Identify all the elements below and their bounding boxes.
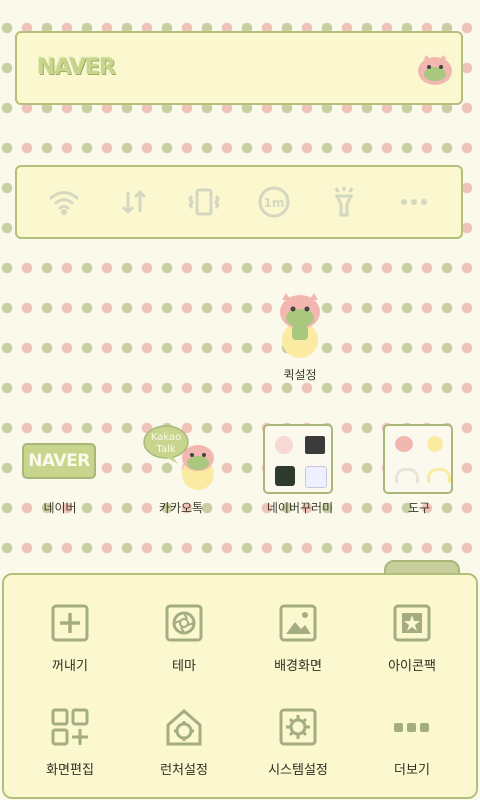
icon-pack-icon <box>393 604 431 642</box>
add-box-icon <box>51 604 89 642</box>
mascot-icon[interactable] <box>415 51 455 91</box>
folder-app-icon <box>427 436 443 452</box>
folder-app-icon <box>305 466 327 488</box>
naver-app-logo: NAVER <box>28 451 90 471</box>
quick-toggle-bar: 1m <box>15 165 463 239</box>
folder-tools[interactable] <box>383 424 453 494</box>
kakao-bubble-line1: Kakao <box>151 432 181 443</box>
screen-timeout-icon[interactable]: 1m <box>254 182 294 222</box>
kakao-bubble-line2: Talk <box>155 444 175 455</box>
quick-settings-widget[interactable] <box>272 290 328 364</box>
menu-label: 아이콘팩 <box>388 659 436 674</box>
app-label-naver-bundle: 네이버꾸러미 <box>266 501 334 515</box>
system-settings-icon <box>279 708 317 746</box>
menu-label: 더보기 <box>394 763 430 778</box>
menu-item-icon-pack[interactable]: 아이콘팩 <box>362 603 462 674</box>
quick-settings-label: 퀵설정 <box>283 368 317 382</box>
app-label-tools: 도구 <box>407 501 431 515</box>
menu-item-system-settings[interactable]: 시스템설정 <box>248 707 348 778</box>
vibrate-icon[interactable] <box>184 182 224 222</box>
theme-icon <box>165 604 203 642</box>
menu-label: 시스템설정 <box>268 763 328 778</box>
menu-item-screen-edit[interactable]: 화면편집 <box>20 707 120 778</box>
folder-app-icon <box>395 468 419 483</box>
folder-app-icon <box>395 436 413 452</box>
launcher-menu-panel: 꺼내기 테마 배경화면 아이콘팩 화면편집 런처설정 시스템설정 더보기 <box>2 573 478 799</box>
app-kakaotalk[interactable]: Kakao Talk <box>142 424 222 498</box>
menu-label: 꺼내기 <box>52 659 88 674</box>
folder-app-icon <box>275 466 295 486</box>
more-icon[interactable] <box>394 182 434 222</box>
more-dots-icon <box>394 723 429 732</box>
menu-item-theme[interactable]: 테마 <box>134 603 234 674</box>
folder-naver-bundle[interactable] <box>263 424 333 494</box>
app-label-naver: 네이버 <box>43 501 77 515</box>
menu-label: 런처설정 <box>160 763 208 778</box>
menu-item-more[interactable]: 더보기 <box>362 707 462 778</box>
folder-app-icon <box>275 436 293 454</box>
data-sync-icon[interactable] <box>114 182 154 222</box>
screen-timeout-text: 1m <box>264 196 285 210</box>
menu-item-launcher-settings[interactable]: 런처설정 <box>134 707 234 778</box>
naver-search-bar[interactable]: NAVER <box>15 31 463 105</box>
menu-item-wallpaper[interactable]: 배경화면 <box>248 603 348 674</box>
screen-edit-icon <box>51 708 89 746</box>
folder-app-icon <box>427 468 451 483</box>
mascot-icon <box>280 293 320 358</box>
folder-app-icon <box>305 436 325 454</box>
launcher-settings-icon <box>166 709 202 746</box>
wallpaper-icon <box>279 604 317 642</box>
menu-item-add[interactable]: 꺼내기 <box>20 603 120 674</box>
menu-label: 테마 <box>172 659 196 674</box>
wifi-icon[interactable] <box>44 182 84 222</box>
menu-label: 배경화면 <box>274 659 322 674</box>
menu-label: 화면편집 <box>46 763 94 778</box>
app-naver[interactable]: NAVER <box>22 443 96 479</box>
naver-logo: NAVER <box>37 55 116 80</box>
kakaotalk-icon: Kakao Talk <box>143 425 214 490</box>
app-label-kakaotalk: 카카오톡 <box>158 501 204 515</box>
flashlight-icon[interactable] <box>324 182 364 222</box>
